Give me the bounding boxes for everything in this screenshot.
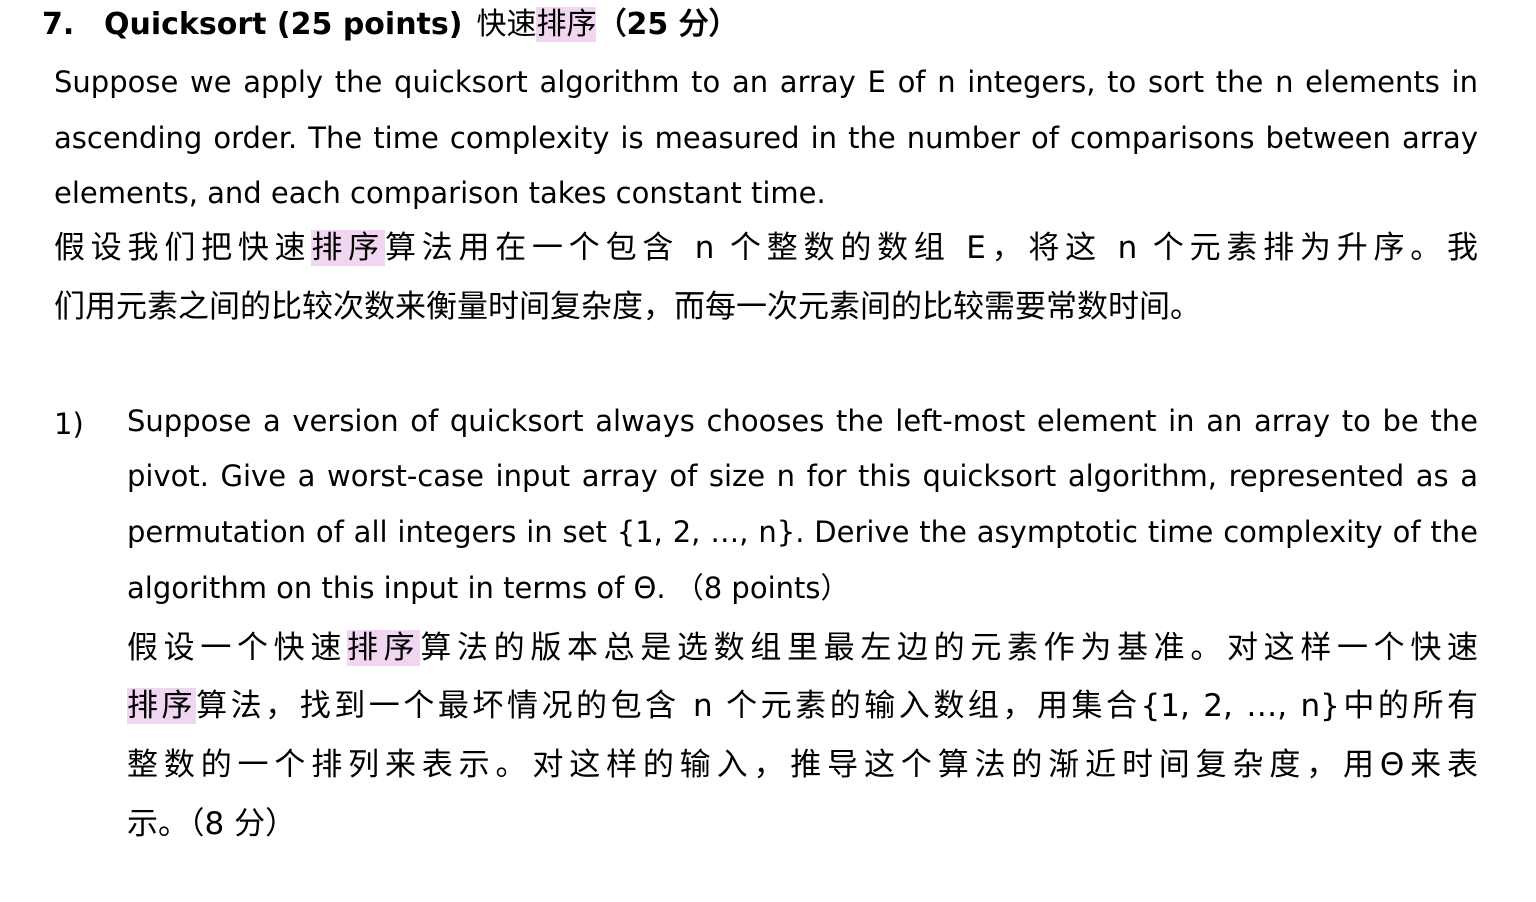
question-en-line: pivot. Give a worst-case input array of … [127, 459, 1478, 493]
highlighted-text: 排序 [311, 230, 385, 266]
question-cn-line: 假设一个快速排序算法的版本总是选数组里最左边的元素作为基准。对这样一个快速 [127, 630, 1479, 666]
question-number: 1) [54, 407, 84, 441]
question-en-line: permutation of all integers in set {1, 2… [127, 515, 1478, 549]
section-title-cn-points: （25 分） [596, 7, 739, 42]
section-heading: 7. Quicksort (25 points) 快速排序（25 分） [42, 7, 739, 42]
intro-cn-text: 假设我们把快速 [54, 230, 312, 266]
question-cn-text: 算法，找到一个最坏情况的包含 n 个元素的输入数组，用集合{1, 2, …, n… [196, 688, 1478, 724]
intro-cn-text: 算法用在一个包含 n 个整数的数组 E，将这 n 个元素排为升序。我 [384, 230, 1479, 266]
intro-cn-line: 假设我们把快速排序算法用在一个包含 n 个整数的数组 E，将这 n 个元素排为升… [54, 230, 1479, 266]
section-title-cn: 快速排序（25 分） [476, 7, 739, 42]
intro-en-line: elements, and each comparison takes cons… [54, 176, 826, 210]
question-en-line: algorithm on this input in terms of Θ. （… [127, 571, 850, 605]
intro-cn-line: 们用元素之间的比较次数来衡量时间复杂度，而每一次元素间的比较需要常数时间。 [54, 289, 1201, 325]
highlighted-text: 排序 [536, 7, 597, 42]
highlighted-text: 排序 [347, 630, 421, 666]
section-title-cn-prefix: 快速 [476, 7, 537, 42]
intro-en-line: Suppose we apply the quicksort algorithm… [54, 65, 1478, 99]
question-cn-text: 假设一个快速 [127, 630, 347, 666]
highlighted-text: 排序 [127, 688, 197, 724]
question-en-line: Suppose a version of quicksort always ch… [127, 404, 1478, 438]
section-title-en: Quicksort (25 points) [104, 7, 463, 42]
question-cn-line: 排序算法，找到一个最坏情况的包含 n 个元素的输入数组，用集合{1, 2, …,… [127, 688, 1478, 724]
question-cn-line: 整数的一个排列来表示。对这样的输入，推导这个算法的渐近时间复杂度，用Θ来表 [127, 747, 1478, 783]
question-cn-line: 示。（8 分） [127, 806, 297, 842]
intro-en-line: ascending order. The time complexity is … [54, 121, 1478, 155]
document-page: 7. Quicksort (25 points) 快速排序（25 分） Suppos… [0, 0, 1536, 902]
question-cn-text: 算法的版本总是选数组里最左边的元素作为基准。对这样一个快速 [420, 630, 1479, 666]
section-number: 7. [42, 7, 75, 42]
